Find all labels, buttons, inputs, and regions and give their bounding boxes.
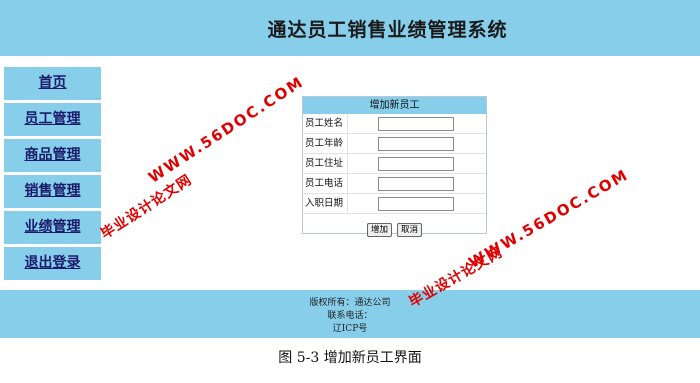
field-label-age: 员工年龄	[303, 134, 348, 153]
employee-name-input[interactable]	[378, 116, 454, 131]
nav-item-employees[interactable]: 员工管理	[4, 103, 101, 136]
footer-bar: 版权所有：通达公司 联系电话： 辽ICP号	[0, 290, 700, 338]
field-label-hire-date: 入职日期	[303, 194, 348, 213]
form-row-address: 员工住址	[303, 154, 486, 174]
field-label-phone: 员工电话	[303, 174, 348, 193]
nav-item-home[interactable]: 首页	[4, 67, 101, 100]
footer-contact: 联系电话：	[327, 311, 373, 321]
cancel-button[interactable]: 取消	[397, 223, 423, 237]
form-heading: 增加新员工	[303, 97, 486, 114]
footer-copyright: 版权所有：通达公司	[309, 298, 391, 308]
header-bar: 通达员工销售业绩管理系统	[0, 0, 700, 56]
employee-address-input[interactable]	[378, 156, 454, 171]
nav-item-logout[interactable]: 退出登录	[4, 247, 101, 280]
app-title: 通达员工销售业绩管理系统	[267, 18, 508, 41]
form-row-name: 员工姓名	[303, 114, 486, 134]
employee-age-input[interactable]	[378, 136, 454, 151]
hire-date-input[interactable]	[378, 196, 454, 211]
add-employee-form: 增加新员工 员工姓名 员工年龄 员工住址 员工电话 入职日期 增加 取消	[302, 96, 487, 237]
form-buttons: 增加 取消	[303, 214, 486, 237]
add-button[interactable]: 增加	[366, 223, 392, 237]
employee-phone-input[interactable]	[378, 176, 454, 191]
watermark-url-1: WWW.56DOC.COM	[145, 72, 308, 187]
form-row-age: 员工年龄	[303, 134, 486, 154]
nav-item-products[interactable]: 商品管理	[4, 139, 101, 172]
field-label-name: 员工姓名	[303, 114, 348, 133]
footer-icp: 辽ICP号	[332, 324, 368, 334]
form-row-hire-date: 入职日期	[303, 194, 486, 214]
field-label-address: 员工住址	[303, 154, 348, 173]
sidebar-nav: 首页 员工管理 商品管理 销售管理 业绩管理 退出登录	[4, 67, 101, 283]
nav-item-sales[interactable]: 销售管理	[4, 175, 101, 208]
figure-caption: 图 5-3 增加新员工界面	[278, 350, 422, 366]
watermark-site-1: 毕业设计论文网	[98, 171, 195, 243]
nav-item-performance[interactable]: 业绩管理	[4, 211, 101, 244]
form-row-phone: 员工电话	[303, 174, 486, 194]
